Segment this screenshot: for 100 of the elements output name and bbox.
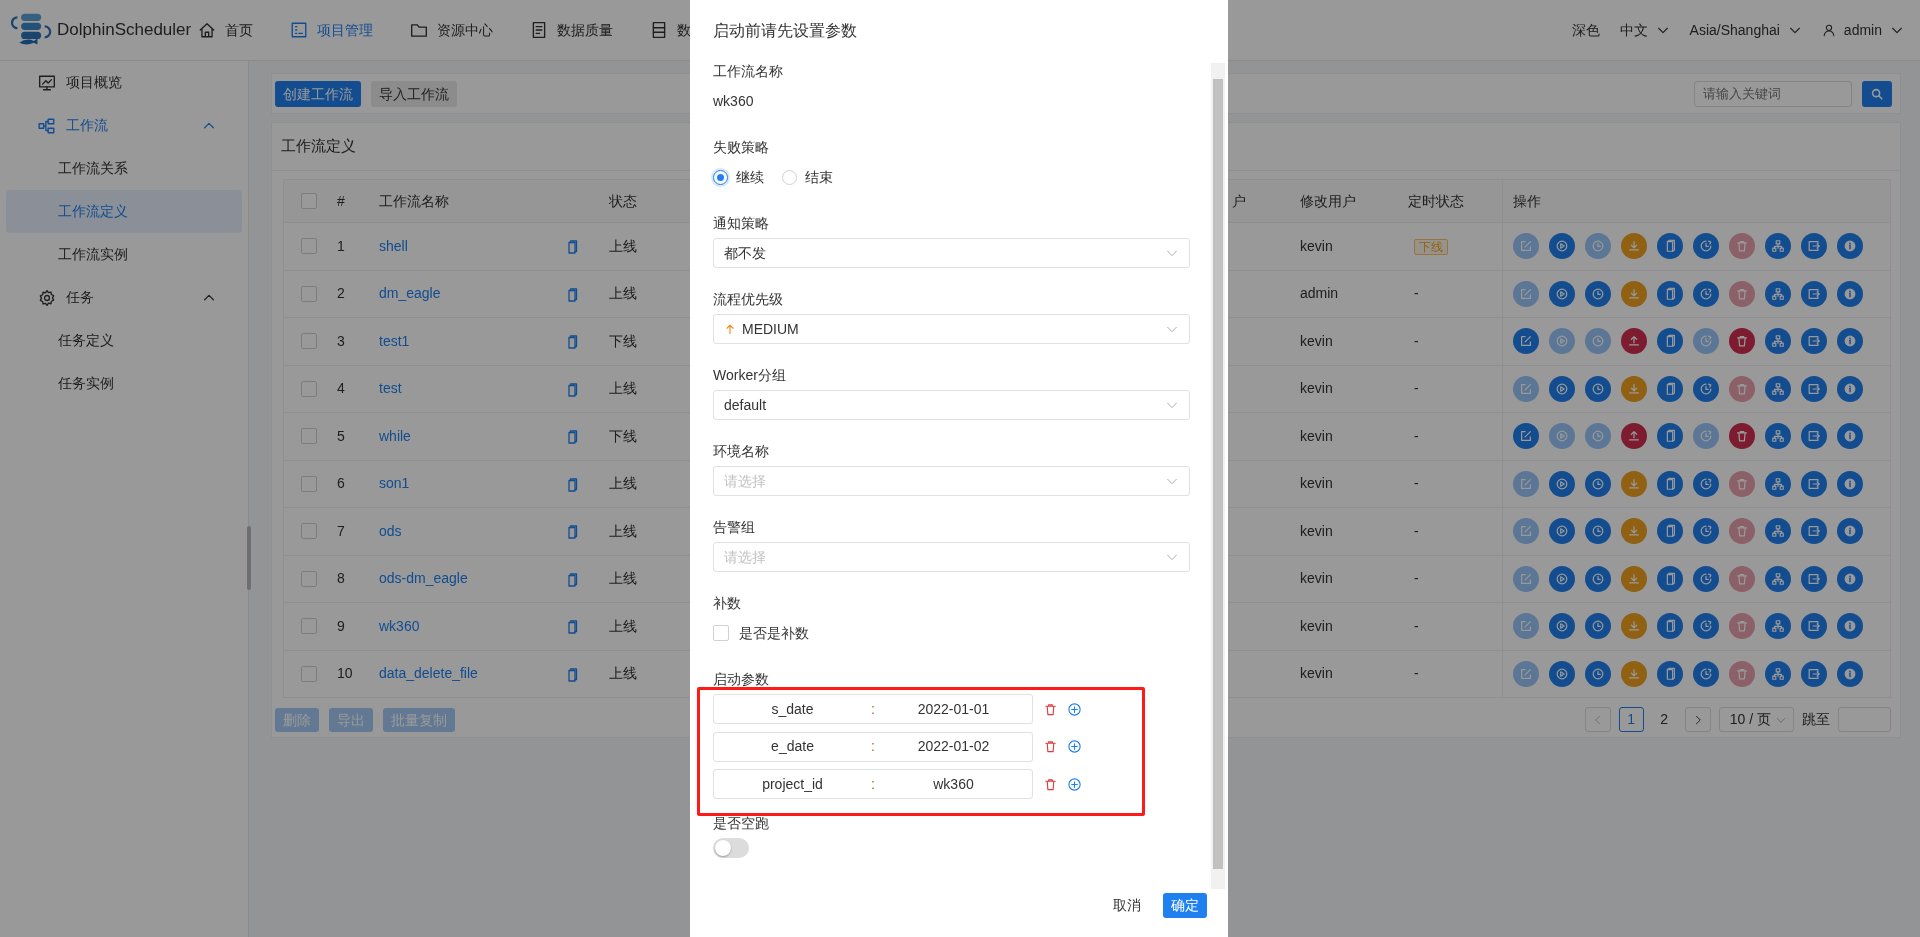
checkbox[interactable]	[301, 475, 317, 492]
workflow-link[interactable]: test	[379, 380, 402, 397]
copy-button[interactable]	[1657, 660, 1683, 687]
nav-tab[interactable]: 资源中心	[410, 19, 493, 41]
workflow-link[interactable]: wk360	[379, 617, 420, 634]
copy-button[interactable]	[1657, 613, 1683, 640]
checkbox[interactable]	[301, 380, 317, 397]
select-field[interactable]: MEDIUM	[713, 314, 1190, 344]
checkbox[interactable]	[301, 193, 317, 209]
nav-tab[interactable]: 项目管理	[290, 19, 373, 41]
param-field[interactable]: s_date : 2022-01-01	[713, 694, 1033, 724]
select-field[interactable]: 都不发	[713, 238, 1190, 268]
tree-button[interactable]	[1765, 280, 1791, 307]
tree-button[interactable]	[1765, 423, 1791, 450]
import-button[interactable]: 导入工作流	[371, 80, 457, 107]
timing-button[interactable]	[1585, 375, 1611, 402]
run-button[interactable]	[1549, 470, 1575, 497]
workflow-link[interactable]: son1	[379, 475, 410, 492]
add-param-button[interactable]	[1067, 739, 1082, 754]
nav-tab[interactable]: 数据质量	[530, 19, 613, 41]
offline-button[interactable]	[1621, 518, 1647, 545]
info-button[interactable]	[1837, 565, 1863, 592]
online-button[interactable]	[1621, 328, 1647, 355]
sidebar-group[interactable]: 工作流	[6, 104, 242, 147]
info-button[interactable]	[1837, 470, 1863, 497]
offline-button[interactable]	[1621, 660, 1647, 687]
copy-button[interactable]	[1657, 328, 1683, 355]
workflow-link[interactable]: test1	[379, 332, 410, 349]
confirm-button[interactable]: 确定	[1163, 892, 1207, 918]
cron-button[interactable]	[1693, 565, 1719, 592]
timing-button[interactable]	[1585, 280, 1611, 307]
cron-button[interactable]	[1693, 233, 1719, 260]
cron-button[interactable]	[1693, 280, 1719, 307]
add-param-button[interactable]	[1067, 701, 1082, 717]
run-button[interactable]	[1549, 375, 1575, 402]
copy-button[interactable]	[1657, 565, 1683, 592]
tree-button[interactable]	[1765, 660, 1791, 687]
edit-button[interactable]	[1513, 328, 1539, 355]
offline-button[interactable]	[1621, 613, 1647, 640]
edit-button[interactable]	[1513, 423, 1539, 450]
cron-button[interactable]	[1693, 375, 1719, 402]
timing-button[interactable]	[1585, 470, 1611, 497]
export-button[interactable]	[1801, 233, 1827, 260]
tree-button[interactable]	[1765, 233, 1791, 260]
tree-button[interactable]	[1765, 328, 1791, 355]
checkbox[interactable]	[301, 523, 317, 540]
cron-button[interactable]	[1693, 518, 1719, 545]
info-button[interactable]	[1837, 280, 1863, 307]
export-button[interactable]	[1801, 423, 1827, 450]
page-size-select[interactable]: 10 / 页	[1718, 707, 1794, 732]
select-field[interactable]: default	[713, 390, 1190, 420]
workflow-link[interactable]: ods	[379, 522, 402, 539]
sidebar-item[interactable]: 工作流实例	[6, 233, 242, 276]
create-button[interactable]: 创建工作流	[275, 80, 361, 107]
toggle-switch[interactable]	[713, 837, 749, 858]
tree-button[interactable]	[1765, 470, 1791, 497]
info-button[interactable]	[1837, 613, 1863, 640]
checkbox[interactable]	[301, 285, 317, 302]
delete-param-button[interactable]	[1043, 701, 1058, 717]
info-button[interactable]	[1837, 518, 1863, 545]
checkbox[interactable]	[301, 618, 317, 635]
tree-button[interactable]	[1765, 518, 1791, 545]
workflow-link[interactable]: shell	[379, 237, 408, 254]
info-button[interactable]	[1837, 328, 1863, 355]
param-field[interactable]: e_date : 2022-01-02	[713, 731, 1033, 762]
tree-button[interactable]	[1765, 565, 1791, 592]
search-button[interactable]	[1862, 80, 1892, 107]
export-button[interactable]	[1801, 328, 1827, 355]
export-button[interactable]	[1801, 375, 1827, 402]
info-button[interactable]	[1837, 233, 1863, 260]
checkbox-option[interactable]: 是否是补数	[713, 618, 809, 648]
run-button[interactable]	[1549, 565, 1575, 592]
tree-button[interactable]	[1765, 375, 1791, 402]
offline-button[interactable]	[1621, 565, 1647, 592]
sidebar-group[interactable]: 任务	[6, 276, 242, 319]
offline-button[interactable]	[1621, 233, 1647, 260]
workflow-link[interactable]: data_delete_file	[379, 665, 478, 682]
checkbox[interactable]	[301, 238, 317, 255]
nav-tab[interactable]: 首页	[198, 19, 253, 41]
delete-param-button[interactable]	[1043, 776, 1058, 792]
workflow-link[interactable]: ods-dm_eagle	[379, 570, 468, 587]
offline-button[interactable]	[1621, 280, 1647, 307]
param-field[interactable]: project_id : wk360	[713, 769, 1033, 799]
delete-button[interactable]	[1729, 328, 1755, 355]
copy-button[interactable]	[1657, 280, 1683, 307]
cron-button[interactable]	[1693, 613, 1719, 640]
checkbox[interactable]	[301, 428, 317, 445]
sidebar-item[interactable]: 任务实例	[6, 362, 242, 405]
offline-button[interactable]	[1621, 375, 1647, 402]
delete-param-button[interactable]	[1043, 739, 1058, 754]
export-button[interactable]	[1801, 518, 1827, 545]
user-menu[interactable]: admin	[1815, 19, 1910, 41]
sidebar-item[interactable]: 任务定义	[6, 319, 242, 362]
search-field[interactable]: 请输入关键词	[1694, 80, 1852, 107]
sidebar-item[interactable]: 工作流关系	[6, 147, 242, 190]
export-button[interactable]	[1801, 660, 1827, 687]
timezone-menu[interactable]: Asia/Shanghai	[1683, 19, 1808, 41]
checkbox[interactable]	[301, 570, 317, 587]
run-button[interactable]	[1549, 613, 1575, 640]
scrollbar[interactable]	[1211, 63, 1225, 889]
